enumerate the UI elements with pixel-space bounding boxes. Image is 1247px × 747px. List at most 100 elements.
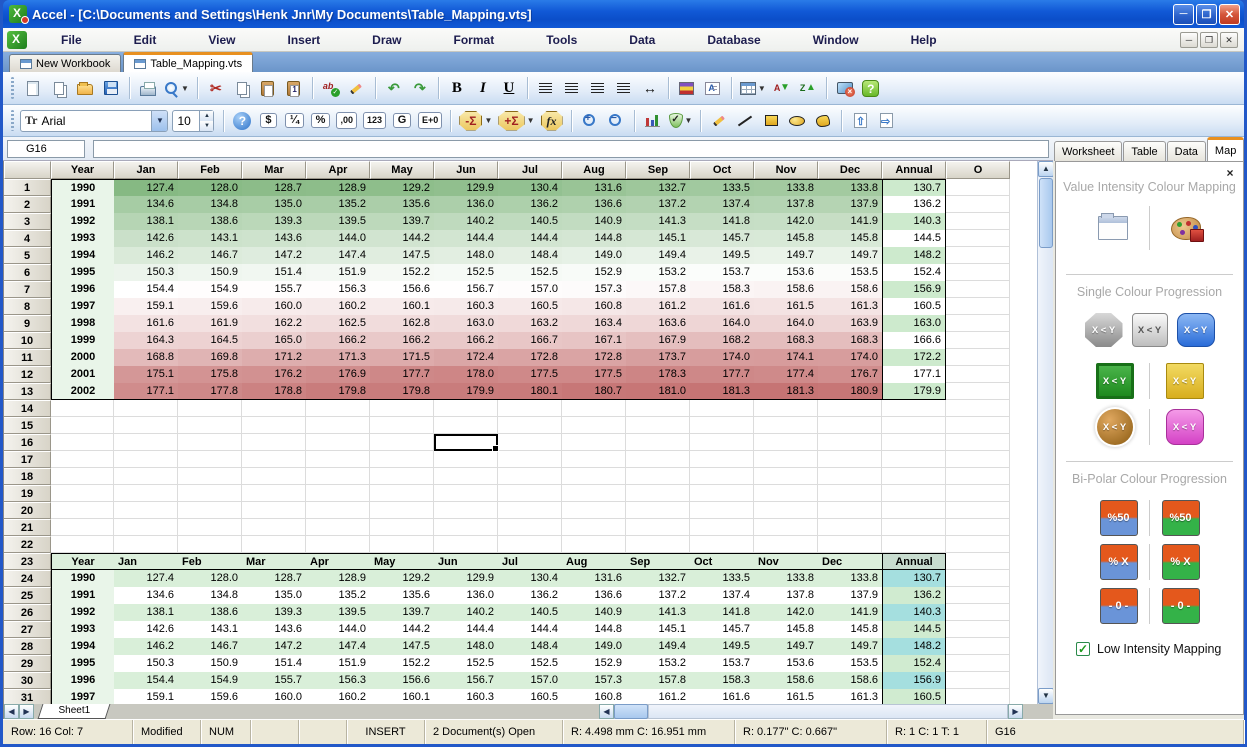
cell[interactable]: 1990 (51, 570, 114, 587)
new-mapping-button[interactable] (1091, 210, 1135, 246)
cell[interactable]: 154.9 (178, 281, 242, 298)
column-header[interactable]: Jun (434, 161, 498, 179)
cell[interactable]: 129.2 (370, 179, 434, 196)
table-header-cell[interactable]: Aug (562, 553, 626, 570)
fit-text-button[interactable]: ↔ (638, 75, 662, 101)
cell[interactable] (178, 485, 242, 502)
cell[interactable] (498, 485, 562, 502)
cell[interactable] (242, 400, 306, 417)
draw-freeform-button[interactable] (811, 108, 835, 134)
cell[interactable]: 133.8 (754, 179, 818, 196)
cell[interactable]: 140.2 (434, 213, 498, 230)
cell[interactable] (242, 502, 306, 519)
cell[interactable]: 128.9 (306, 179, 370, 196)
sheet-tab[interactable]: Sheet1 (38, 704, 111, 719)
cell[interactable] (178, 502, 242, 519)
row-header[interactable]: 19 (4, 485, 51, 502)
cell[interactable] (946, 502, 1010, 519)
column-header[interactable]: Annual (882, 161, 946, 179)
cell[interactable]: 136.2 (498, 587, 562, 604)
cell[interactable] (690, 485, 754, 502)
cell[interactable]: 1997 (51, 298, 114, 315)
row-header[interactable]: 22 (4, 536, 51, 553)
cell[interactable]: 138.1 (114, 604, 178, 621)
cell[interactable]: 178.3 (626, 366, 690, 383)
cell[interactable]: 137.4 (690, 196, 754, 213)
cell[interactable]: 2000 (51, 349, 114, 366)
cell[interactable] (626, 519, 690, 536)
row-header[interactable]: 5 (4, 247, 51, 264)
cell[interactable]: 144.4 (498, 230, 562, 247)
cell[interactable]: 1994 (51, 247, 114, 264)
font-size-stepper[interactable]: ▲▼ (172, 110, 214, 132)
cell[interactable] (626, 502, 690, 519)
cell[interactable]: 145.7 (690, 621, 754, 638)
panel-tab-data[interactable]: Data (1167, 141, 1206, 161)
cell[interactable]: 137.9 (818, 587, 882, 604)
cell[interactable]: 176.9 (306, 366, 370, 383)
mdi-close-button[interactable]: ✕ (1220, 32, 1238, 48)
copy-button[interactable] (230, 75, 254, 101)
cut-button[interactable]: ✂ (204, 75, 228, 101)
hscroll-right-icon[interactable]: ▶ (1008, 704, 1023, 719)
cell[interactable]: 160.3 (434, 689, 498, 704)
sort-descending-button[interactable] (796, 75, 820, 101)
cell[interactable]: 163.6 (626, 315, 690, 332)
cell[interactable]: 1992 (51, 604, 114, 621)
row-header[interactable]: 18 (4, 468, 51, 485)
draw-pencil-button[interactable] (707, 108, 731, 134)
cell[interactable] (51, 502, 114, 519)
draw-line-button[interactable] (733, 108, 757, 134)
row-header[interactable]: 30 (4, 672, 51, 689)
cell[interactable] (946, 621, 1010, 638)
cell[interactable] (370, 519, 434, 536)
cell[interactable]: 160.5 (498, 298, 562, 315)
cell[interactable]: 145.8 (818, 621, 882, 638)
cell[interactable]: 127.4 (114, 570, 178, 587)
cell[interactable] (434, 519, 498, 536)
cell[interactable] (242, 451, 306, 468)
cell[interactable]: 159.6 (178, 689, 242, 704)
zoom-in-button[interactable] (578, 108, 602, 134)
font-dropdown-icon[interactable]: ▼ (151, 111, 167, 131)
cell[interactable]: 152.5 (434, 655, 498, 672)
row-header[interactable]: 31 (4, 689, 51, 704)
row-header[interactable]: 26 (4, 604, 51, 621)
cell[interactable] (178, 417, 242, 434)
cell[interactable]: 166.2 (434, 332, 498, 349)
cell[interactable] (498, 468, 562, 485)
row-header[interactable]: 10 (4, 332, 51, 349)
cell[interactable]: 139.3 (242, 604, 306, 621)
cell[interactable]: 175.1 (114, 366, 178, 383)
bipolar-green-50-button[interactable]: %50 (1162, 500, 1200, 536)
cell[interactable]: 181.0 (626, 383, 690, 400)
cell[interactable] (242, 519, 306, 536)
cell[interactable]: 144.4 (434, 621, 498, 638)
cell[interactable] (370, 400, 434, 417)
column-header[interactable]: Sep (626, 161, 690, 179)
annual-cell[interactable]: 144.5 (882, 230, 946, 247)
cell[interactable]: 150.9 (178, 655, 242, 672)
table-header-cell[interactable]: Year (51, 553, 114, 570)
annual-cell[interactable]: 160.5 (882, 298, 946, 315)
comma-format-button[interactable]: ,00 (334, 108, 359, 134)
cell[interactable]: 152.2 (370, 264, 434, 281)
table-header-cell[interactable]: Jul (498, 553, 562, 570)
cell[interactable] (306, 502, 370, 519)
cell[interactable]: 156.3 (306, 281, 370, 298)
cell[interactable]: 136.6 (562, 196, 626, 213)
row-header[interactable]: 23 (4, 553, 51, 570)
cell[interactable]: 133.5 (690, 570, 754, 587)
cell[interactable]: 177.7 (370, 366, 434, 383)
cell-selection[interactable] (434, 434, 498, 451)
cell[interactable] (434, 400, 498, 417)
cell[interactable] (498, 502, 562, 519)
cell[interactable] (242, 417, 306, 434)
sum-minus-dropdown-icon[interactable]: ▼ (484, 116, 492, 125)
cell[interactable]: 145.1 (626, 621, 690, 638)
annual-cell[interactable]: 172.2 (882, 349, 946, 366)
cell[interactable]: 180.1 (498, 383, 562, 400)
annual-cell[interactable]: 130.7 (882, 179, 946, 196)
cell[interactable]: 176.2 (242, 366, 306, 383)
cell[interactable] (178, 468, 242, 485)
